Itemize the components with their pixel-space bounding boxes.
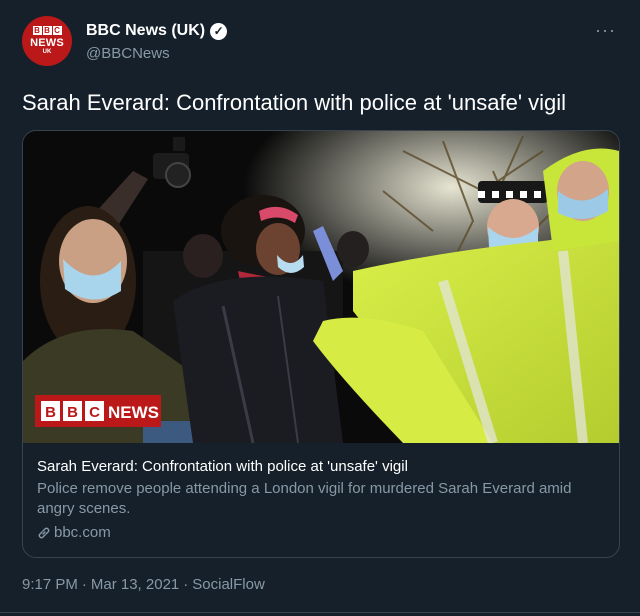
tweet-source[interactable]: SocialFlow: [192, 576, 265, 593]
card-link-text: bbc.com: [54, 524, 111, 541]
tweet-timestamp[interactable]: 9:17 PM · Mar 13, 2021 · SocialFlow: [22, 576, 265, 593]
bbc-news-watermark: B B C NEWS: [35, 395, 161, 427]
tweet-time[interactable]: 9:17 PM: [22, 576, 78, 593]
account-handle[interactable]: @BBCNews: [86, 45, 170, 62]
avatar-uk-text: UK: [42, 49, 52, 55]
watermark-c: C: [89, 404, 100, 421]
link-icon: [38, 527, 50, 539]
card-body: Sarah Everard: Confrontation with police…: [37, 457, 609, 543]
separator-dot: ·: [81, 576, 87, 593]
verified-badge-icon: ✓: [210, 22, 228, 40]
tweet-date[interactable]: Mar 13, 2021: [91, 576, 179, 593]
card-title[interactable]: Sarah Everard: Confrontation with police…: [37, 457, 609, 477]
more-options-icon[interactable]: ···: [595, 20, 616, 41]
divider: [0, 612, 640, 613]
card-description: Police remove people attending a London …: [37, 480, 572, 517]
account-name-text: BBC News (UK): [86, 22, 206, 39]
tweet-text: Sarah Everard: Confrontation with police…: [22, 90, 567, 115]
card-link[interactable]: bbc.com: [37, 523, 609, 543]
watermark-b2: B: [67, 404, 78, 421]
watermark-news: NEWS: [108, 403, 159, 422]
avatar-news-text: NEWS: [30, 37, 64, 49]
account-name[interactable]: BBC News (UK) ✓: [86, 22, 228, 40]
bbc-blocks-logo: B B C: [32, 26, 62, 35]
link-card[interactable]: B B C NEWS Sarah Everard: Confrontation …: [22, 130, 620, 558]
avatar[interactable]: B B C NEWS UK: [22, 16, 72, 66]
separator-dot: ·: [183, 576, 189, 593]
tweet-header: B B C NEWS UK BBC News (UK) ✓ @BBCNews ·…: [22, 16, 622, 72]
card-image[interactable]: B B C NEWS: [23, 131, 619, 443]
watermark-b1: B: [45, 404, 56, 421]
